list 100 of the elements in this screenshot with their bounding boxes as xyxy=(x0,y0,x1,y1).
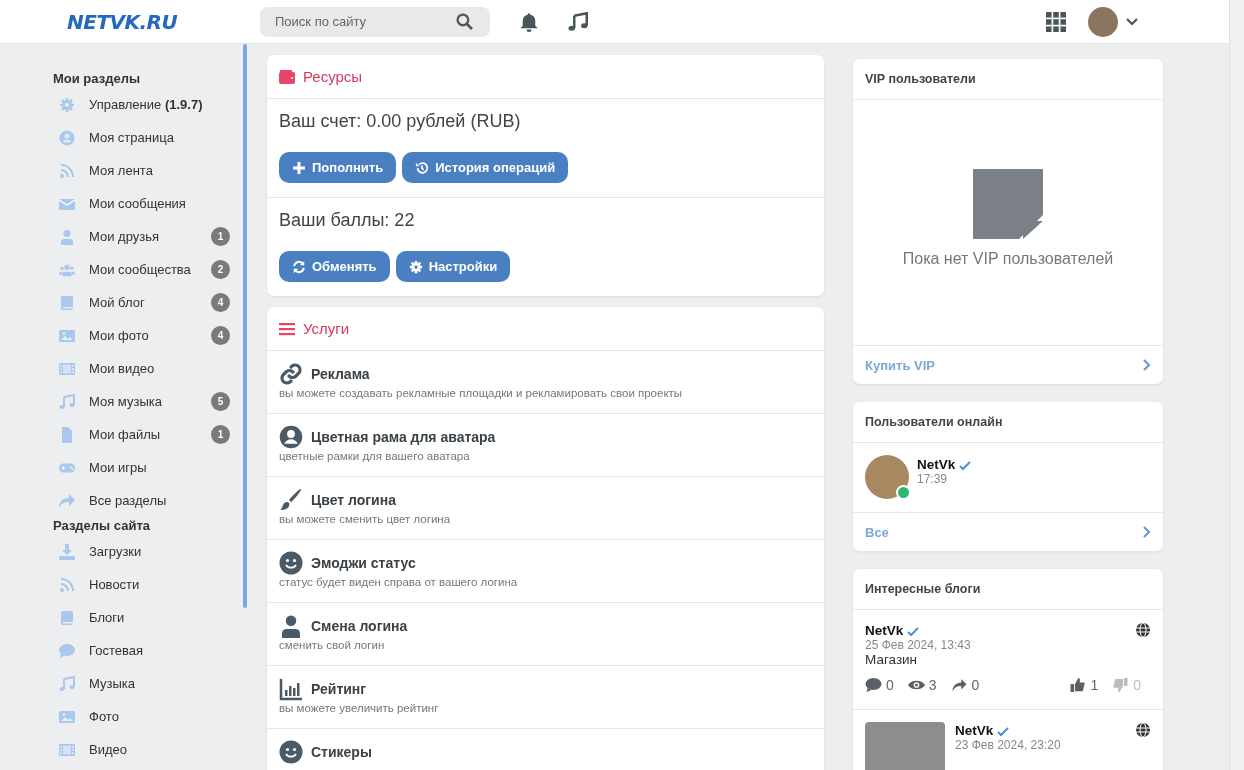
card-title: Ресурсы xyxy=(303,68,363,85)
sidebar-item[interactable]: Новости xyxy=(53,568,230,601)
service-item[interactable]: Рейтинг вы можете увеличить рейтинг xyxy=(267,666,824,729)
sidebar-item[interactable]: Мои видео xyxy=(53,352,230,385)
view-count: 3 xyxy=(928,677,937,693)
sidebar-item[interactable]: Гостевая xyxy=(53,634,230,667)
sidebar-item[interactable]: Мои друзья 1 xyxy=(53,220,230,253)
page-scrollbar[interactable] xyxy=(1229,0,1244,770)
sidebar-item[interactable]: Моя лента xyxy=(53,154,230,187)
user-icon xyxy=(59,228,75,245)
sticky-note-icon xyxy=(973,169,1043,239)
share-arrow-icon xyxy=(950,678,968,692)
caret-down-icon[interactable] xyxy=(1126,17,1138,26)
sidebar-item[interactable]: Мой блог 4 xyxy=(53,286,230,319)
post-title[interactable]: Магазин xyxy=(865,652,1151,667)
count-badge: 1 xyxy=(211,227,230,246)
comment-icon xyxy=(865,678,882,692)
last-seen-time: 17:39 xyxy=(917,471,949,486)
user-circle-icon xyxy=(59,129,75,146)
card-title: Пользователи онлайн xyxy=(853,402,1163,443)
eye-icon xyxy=(907,678,925,692)
plus-icon xyxy=(292,160,306,175)
menu-icon xyxy=(279,321,295,336)
points-text: Ваши баллы: 22 xyxy=(279,210,416,231)
chevron-right-icon xyxy=(1143,526,1151,538)
book-icon xyxy=(59,294,75,311)
music-note-icon[interactable] xyxy=(568,11,588,32)
post-date: 25 Фев 2024, 13:43 xyxy=(865,638,972,652)
sidebar-heading: Мои разделы xyxy=(53,70,141,88)
sidebar-item[interactable]: Мои игры xyxy=(53,451,230,484)
sidebar-item[interactable]: Моя страница xyxy=(53,121,230,154)
history-icon xyxy=(415,160,430,175)
settings-button[interactable]: Настройки xyxy=(395,251,511,282)
service-item[interactable]: Эмоджи статус статус будет виден справа от вашего логина xyxy=(267,540,824,603)
top-up-button[interactable]: Пополнить xyxy=(279,152,397,183)
sidebar-item[interactable]: Блоги xyxy=(53,601,230,634)
sidebar-item[interactable]: Все разделы xyxy=(53,484,230,517)
search-icon[interactable] xyxy=(456,12,473,30)
user-avatar[interactable] xyxy=(865,455,909,499)
author-name[interactable]: NetVk xyxy=(865,622,904,638)
sidebar-scrollbar[interactable] xyxy=(243,44,247,608)
service-item[interactable]: Стикеры xyxy=(267,729,824,770)
card-title: VIP пользователи xyxy=(853,59,1163,100)
chevron-right-icon xyxy=(1143,359,1151,371)
service-item[interactable]: Цветная рама для аватара цветные рамки для вашего аватара xyxy=(267,414,824,477)
count-badge: 4 xyxy=(211,293,230,312)
link-icon xyxy=(279,362,303,386)
bell-icon[interactable] xyxy=(519,11,539,32)
card-title: Услуги xyxy=(303,320,350,337)
sidebar-item[interactable]: Фото xyxy=(53,700,230,733)
rss-icon xyxy=(59,576,75,593)
user-name[interactable]: NetVk xyxy=(917,456,956,472)
author-name[interactable]: NetVk xyxy=(955,722,994,738)
count-badge: 1 xyxy=(211,425,230,444)
search-field[interactable]: Поиск по сайту xyxy=(260,6,490,37)
service-item[interactable]: Реклама вы можете создавать рекламные площадки и рекламировать свои проекты xyxy=(267,351,824,414)
image-icon xyxy=(59,327,75,344)
sidebar-item[interactable]: Моя музыка 5 xyxy=(53,385,230,418)
post-date: 23 Фев 2024, 23:20 xyxy=(955,738,1062,752)
balance-text: Ваш счет: 0.00 рублей (RUB) xyxy=(279,111,522,132)
comment-count: 0 xyxy=(886,677,894,693)
apps-grid-icon[interactable] xyxy=(1046,11,1066,32)
user-circle-icon xyxy=(279,425,303,449)
history-button[interactable]: История операций xyxy=(402,152,569,183)
empty-message: Пока нет VIP пользователей xyxy=(902,250,1114,268)
exchange-button[interactable]: Обменять xyxy=(279,251,390,282)
sidebar-item[interactable]: Видео xyxy=(53,733,230,766)
service-item[interactable]: Смена логина сменить свой логин xyxy=(267,603,824,666)
share-count: 0 xyxy=(971,677,980,693)
rss-icon xyxy=(59,162,75,179)
file-icon xyxy=(59,426,75,443)
user-avatar[interactable] xyxy=(1088,6,1118,37)
gear-icon xyxy=(59,96,75,113)
sidebar-item[interactable]: Музыка xyxy=(53,667,230,700)
sidebar-heading: Разделы сайта xyxy=(53,517,151,535)
smiley-icon xyxy=(279,551,303,575)
sidebar-item[interactable]: Загрузки xyxy=(53,535,230,568)
sidebar-item[interactable]: Мои файлы 1 xyxy=(53,418,230,451)
download-icon xyxy=(59,543,75,560)
service-item[interactable]: Цвет логина вы можете сменить цвет логина xyxy=(267,477,824,540)
sidebar-item[interactable]: Мои сообщества 2 xyxy=(53,253,230,286)
user-icon xyxy=(279,614,303,638)
thumbs-up-icon[interactable] xyxy=(1069,678,1087,692)
wallet-icon xyxy=(279,69,295,84)
paintbrush-icon xyxy=(279,488,303,512)
globe-icon xyxy=(1135,622,1151,638)
sidebar-item[interactable]: Мои сообщения xyxy=(53,187,230,220)
sidebar-item[interactable]: Управление (1.9.7) xyxy=(53,88,230,121)
like-count: 1 xyxy=(1090,677,1099,693)
thumbs-down-icon[interactable] xyxy=(1112,678,1130,692)
bar-chart-icon xyxy=(279,677,303,701)
site-logo[interactable]: NETVK.RU xyxy=(67,9,260,34)
count-badge: 2 xyxy=(211,260,230,279)
count-badge: 4 xyxy=(211,326,230,345)
book-icon xyxy=(59,609,75,626)
music-note-icon xyxy=(59,393,75,410)
smiley-icon xyxy=(279,740,303,764)
sidebar-item[interactable]: Мои фото 4 xyxy=(53,319,230,352)
speech-bubble-icon xyxy=(59,642,75,659)
count-badge: 5 xyxy=(211,392,230,411)
